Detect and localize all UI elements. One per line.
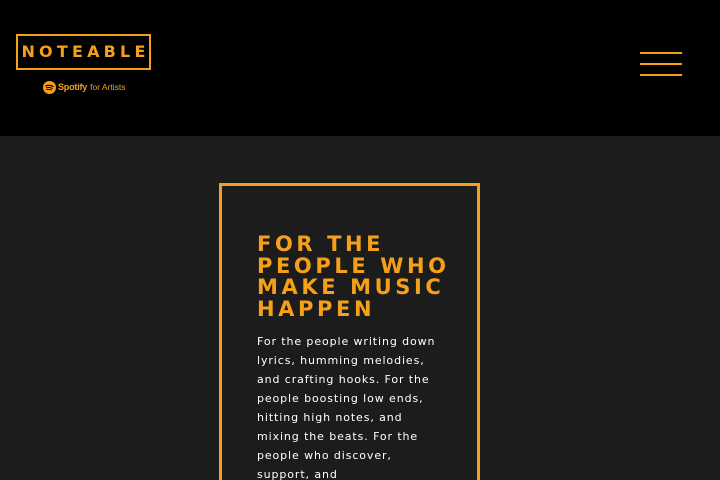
- partner-suffix: for Artists: [90, 82, 126, 92]
- noteable-logo[interactable]: NOTEABLE: [16, 34, 151, 70]
- site-header: NOTEABLE Spotify for Artists: [0, 0, 720, 136]
- hero-title: FOR THE PEOPLE WHO MAKE MUSIC HAPPEN: [257, 232, 450, 321]
- menu-bar-bottom: [640, 74, 682, 76]
- hero-body: For the people writing down lyrics, humm…: [257, 335, 436, 480]
- hero-card: FOR THE PEOPLE WHO MAKE MUSIC HAPPEN For…: [219, 183, 480, 480]
- spotify-icon: [43, 80, 56, 94]
- partner-brand: Spotify: [58, 82, 88, 92]
- spotify-for-artists-badge: Spotify for Artists: [43, 80, 126, 94]
- menu-bar-top: [640, 52, 682, 54]
- logo-text: NOTEABLE: [21, 42, 150, 61]
- hamburger-menu-icon[interactable]: [640, 52, 682, 77]
- page: NOTEABLE Spotify for Artists FOR THE PEO…: [0, 0, 720, 480]
- menu-bar-middle: [640, 63, 682, 65]
